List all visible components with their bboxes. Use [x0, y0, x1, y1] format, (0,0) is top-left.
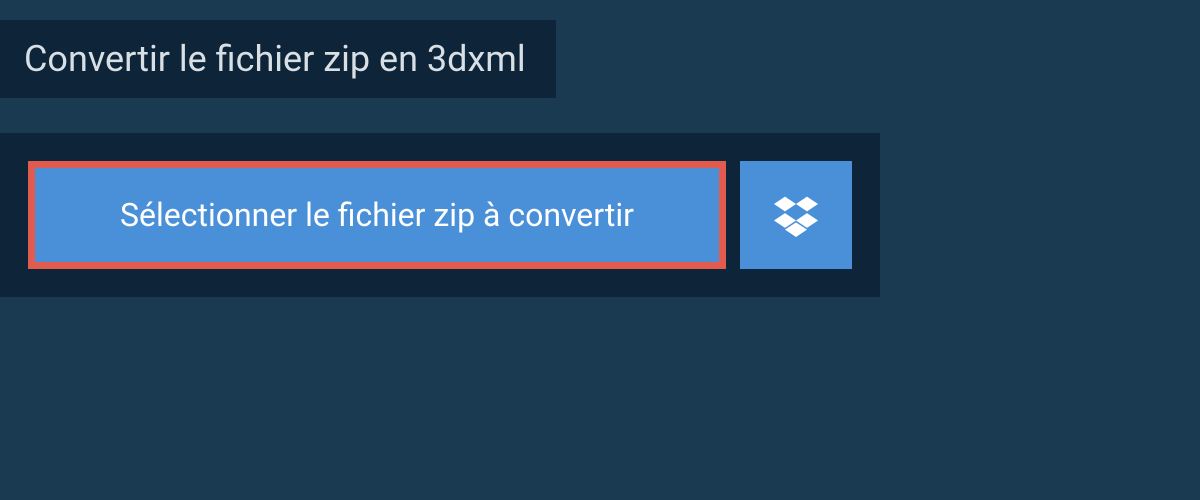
page-title: Convertir le fichier zip en 3dxml — [0, 20, 556, 98]
dropbox-icon — [774, 193, 818, 237]
upload-panel: Sélectionner le fichier zip à convertir — [0, 133, 880, 297]
select-file-button-label: Sélectionner le fichier zip à convertir — [120, 196, 634, 234]
select-file-button[interactable]: Sélectionner le fichier zip à convertir — [28, 161, 726, 269]
dropbox-button[interactable] — [740, 161, 852, 269]
page-title-text: Convertir le fichier zip en 3dxml — [24, 38, 526, 80]
